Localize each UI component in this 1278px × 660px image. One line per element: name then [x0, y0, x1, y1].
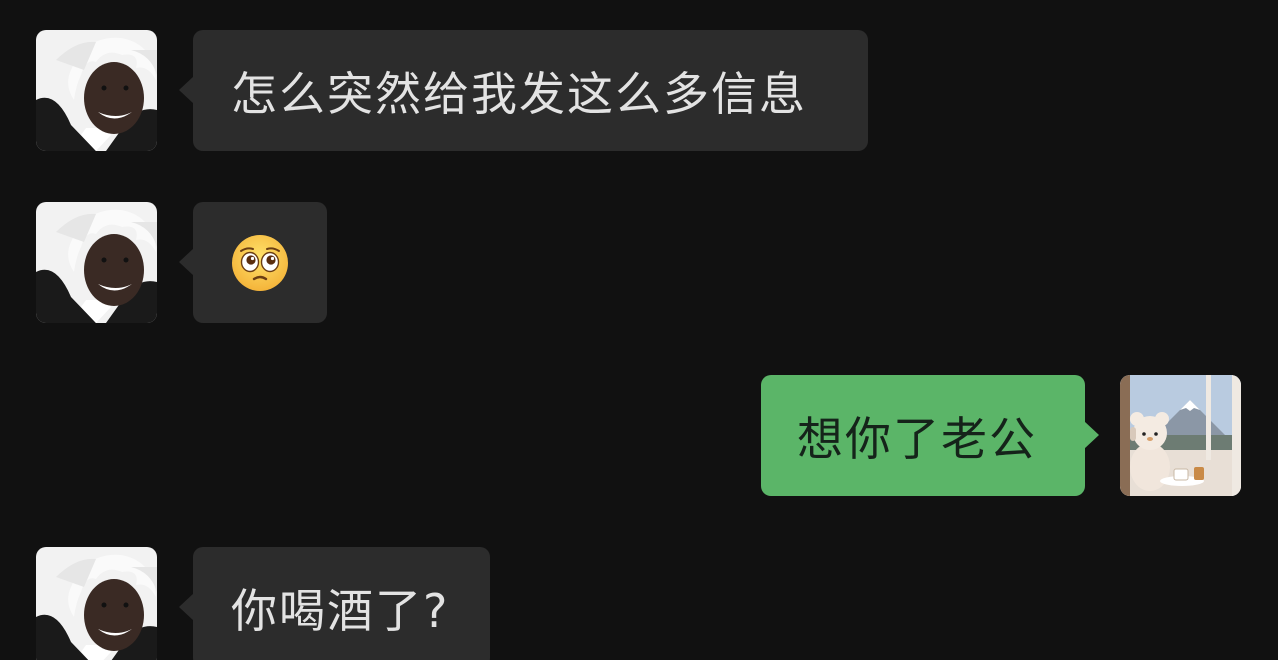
- incoming-message-bubble[interactable]: 怎么突然给我发这么多信息: [179, 30, 868, 151]
- incoming-message-bubble[interactable]: [179, 202, 327, 323]
- contact-avatar[interactable]: [36, 30, 157, 151]
- message-text: 你喝酒了?: [231, 583, 450, 638]
- message-text: 怎么突然给我发这么多信息: [231, 66, 807, 121]
- incoming-message-bubble[interactable]: 你喝酒了?: [179, 547, 490, 660]
- contact-avatar[interactable]: [36, 202, 157, 323]
- outgoing-message-bubble[interactable]: 想你了老公: [761, 375, 1099, 496]
- my-avatar[interactable]: [1120, 375, 1241, 496]
- contact-avatar[interactable]: [36, 547, 157, 660]
- message-text: 想你了老公: [797, 411, 1037, 466]
- chat-conversation: 怎么突然给我发这么多信息 想你了老公 你喝酒了?: [0, 0, 1278, 660]
- pleading-face-emoji-icon: [232, 234, 288, 291]
